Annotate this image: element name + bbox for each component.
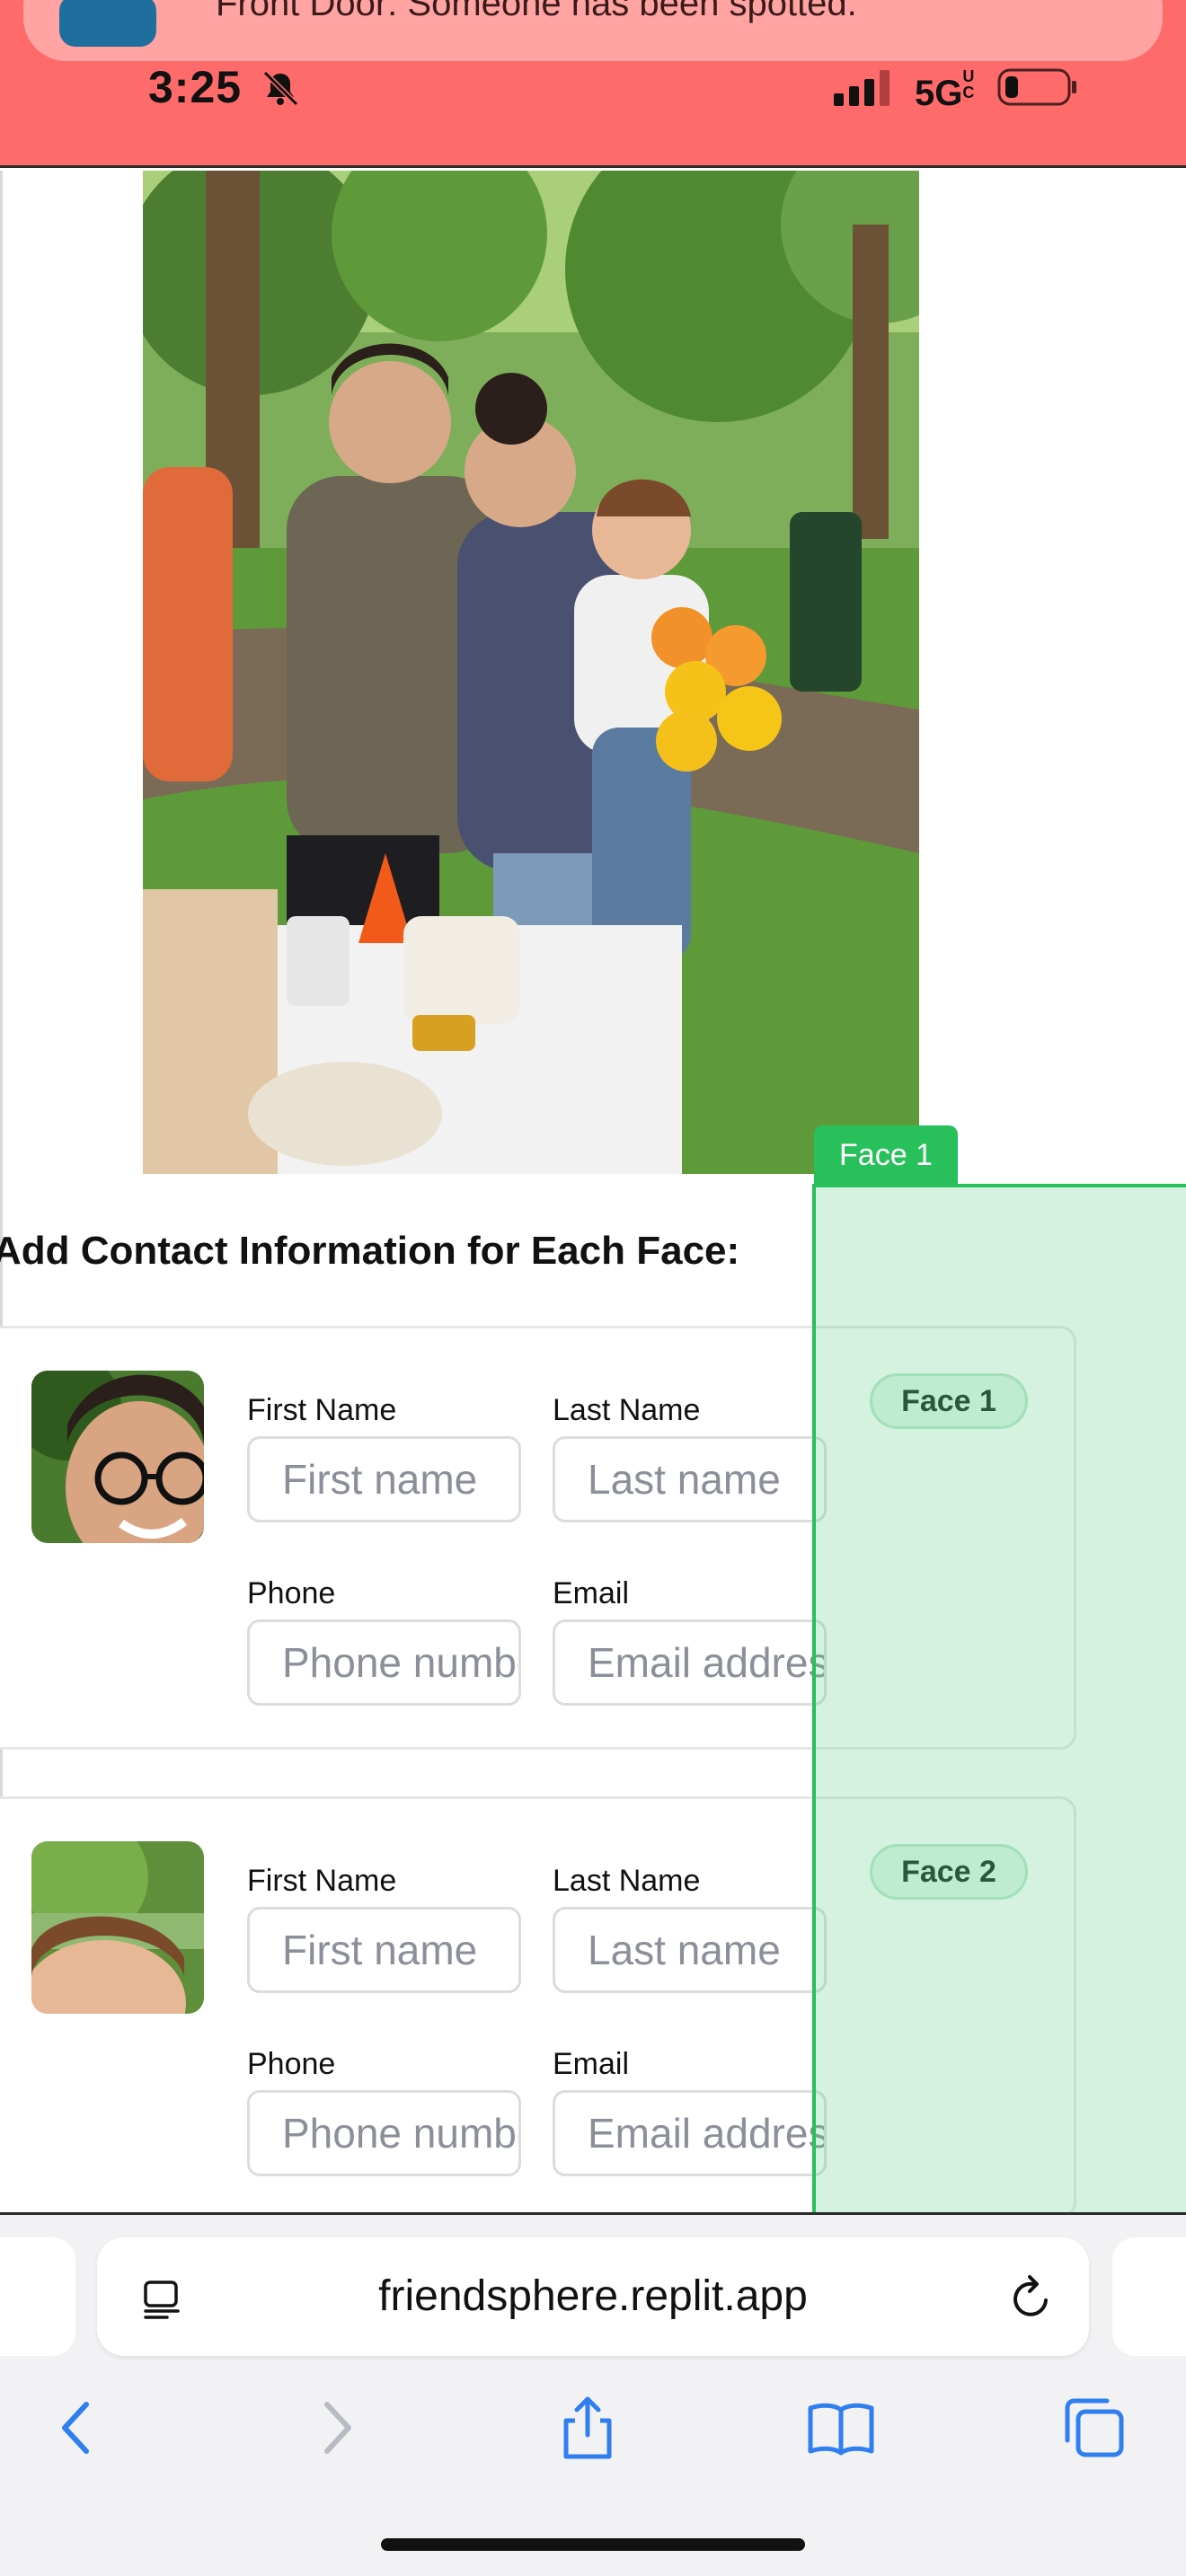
face-detection-tag: Face 1 <box>814 1125 958 1185</box>
first-name-input[interactable] <box>247 1436 521 1522</box>
tabs-icon[interactable] <box>1060 2394 1128 2462</box>
previous-tab-preview[interactable] <box>0 2237 75 2356</box>
reload-icon[interactable] <box>1006 2273 1057 2324</box>
email-input[interactable] <box>553 2090 827 2176</box>
phone-screen: Front Door: Someone has been spotted. 3:… <box>0 0 1186 2576</box>
notification-banner[interactable]: Front Door: Someone has been spotted. <box>23 0 1163 61</box>
browser-toolbar: friendsphere.replit.app <box>0 2212 1186 2576</box>
phone-input[interactable] <box>247 1619 521 1706</box>
bookmarks-icon[interactable] <box>807 2394 875 2462</box>
park-photo-illustration <box>143 171 919 1174</box>
last-name-input[interactable] <box>553 1907 827 1993</box>
face-detection-box <box>812 1184 1186 2212</box>
phone-label: Phone <box>247 2047 336 2081</box>
face-thumbnail-1 <box>31 1371 204 1543</box>
last-name-label: Last Name <box>553 1864 701 1898</box>
back-icon[interactable] <box>43 2394 111 2462</box>
email-label: Email <box>553 1576 630 1610</box>
network-indicator: 5GUC <box>915 68 977 114</box>
last-name-label: Last Name <box>553 1393 701 1427</box>
first-name-label: First Name <box>247 1393 397 1427</box>
address-bar[interactable]: friendsphere.replit.app <box>97 2237 1089 2356</box>
face-thumbnail-2 <box>31 1841 204 2014</box>
home-indicator[interactable] <box>381 2538 805 2551</box>
network-suffix: UC <box>962 67 975 101</box>
last-name-input[interactable] <box>553 1436 827 1522</box>
clock: 3:25 <box>148 62 243 112</box>
phone-input[interactable] <box>247 2090 521 2176</box>
face-2-illustration <box>31 1841 204 2014</box>
email-input[interactable] <box>553 1619 827 1706</box>
battery-icon <box>997 68 1076 106</box>
email-label: Email <box>553 2047 630 2081</box>
status-area: Front Door: Someone has been spotted. 3:… <box>0 0 1186 168</box>
phone-label: Phone <box>247 1576 336 1610</box>
uploaded-photo <box>143 171 919 1174</box>
first-name-input[interactable] <box>247 1907 521 1993</box>
notification-text: Front Door: Someone has been spotted. <box>216 0 857 23</box>
url-text: friendsphere.replit.app <box>378 2272 808 2320</box>
camera-app-icon <box>59 0 156 47</box>
share-icon[interactable] <box>553 2394 622 2462</box>
first-name-label: First Name <box>247 1864 397 1898</box>
page-heading: Add Contact Information for Each Face: <box>0 1229 740 1273</box>
signal-strength-icon <box>834 70 890 106</box>
face-1-illustration <box>31 1371 204 1543</box>
next-tab-preview[interactable] <box>1112 2237 1186 2356</box>
forward-icon[interactable] <box>302 2394 370 2462</box>
bell-slash-icon <box>262 70 299 107</box>
